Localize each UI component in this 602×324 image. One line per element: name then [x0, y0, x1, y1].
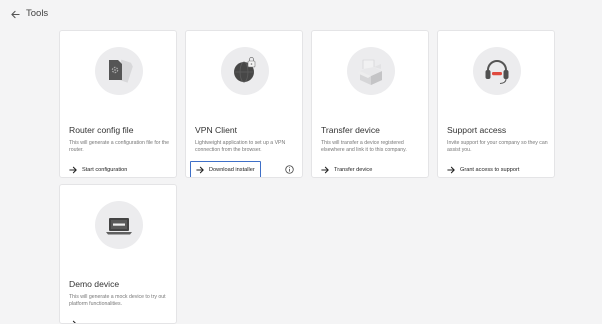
arrow-right-icon — [321, 166, 329, 174]
open-box-illustration — [357, 59, 382, 85]
card-description: Invite support for your company so they … — [447, 140, 548, 153]
card-title: VPN Client — [195, 125, 238, 135]
illustration-circle — [221, 47, 269, 95]
card-title: Router config file — [69, 125, 134, 135]
card-demo-device: Demo device This will generate a mock de… — [59, 184, 177, 324]
card-description: This will generate a configuration file … — [69, 140, 170, 153]
info-icon[interactable] — [285, 165, 294, 174]
card-support-access: Support access Invite support for your c… — [437, 30, 555, 178]
card-router-config: Router config file This will generate a … — [59, 30, 177, 178]
arrow-right-icon — [447, 166, 455, 174]
card-title: Support access — [447, 125, 507, 135]
card-title: Transfer device — [321, 125, 380, 135]
arrow-right-icon — [196, 166, 204, 174]
laptop-illustration — [106, 218, 132, 235]
illustration-circle — [347, 47, 395, 95]
sim-card-illustration — [109, 59, 133, 83]
arrow-left-icon — [10, 10, 20, 18]
card-title: Demo device — [69, 279, 120, 289]
illustration-circle — [95, 201, 143, 249]
arrow-right-icon — [72, 320, 76, 323]
vpn-globe-lock-illustration — [234, 57, 256, 83]
action-label: Grant access to support — [460, 167, 520, 173]
action-label: Transfer device — [334, 167, 373, 173]
start-configuration-button[interactable]: Start configuration — [69, 162, 128, 177]
demo-device-action-button[interactable] — [69, 316, 82, 323]
page-title: Tools — [26, 8, 49, 19]
action-label: Download installer — [209, 167, 255, 173]
illustration-circle — [473, 47, 521, 95]
action-label: Start configuration — [82, 167, 128, 173]
illustration-circle — [95, 47, 143, 95]
back-button[interactable] — [8, 7, 22, 21]
card-transfer-device: Transfer device This will transfer a dev… — [311, 30, 429, 178]
headset-illustration — [485, 60, 509, 84]
card-description: This will generate a mock device to try … — [69, 294, 166, 307]
transfer-device-button[interactable]: Transfer device — [321, 162, 373, 177]
card-description: This will transfer a device registered e… — [321, 140, 407, 153]
arrow-right-icon — [69, 166, 77, 174]
page-header: Tools — [0, 0, 602, 28]
grant-access-button[interactable]: Grant access to support — [447, 162, 520, 177]
card-vpn-client: VPN Client Lightweight application to se… — [185, 30, 303, 178]
download-installer-button[interactable]: Download installer — [190, 161, 261, 177]
card-description: Lightweight application to set up a VPN … — [195, 140, 286, 153]
